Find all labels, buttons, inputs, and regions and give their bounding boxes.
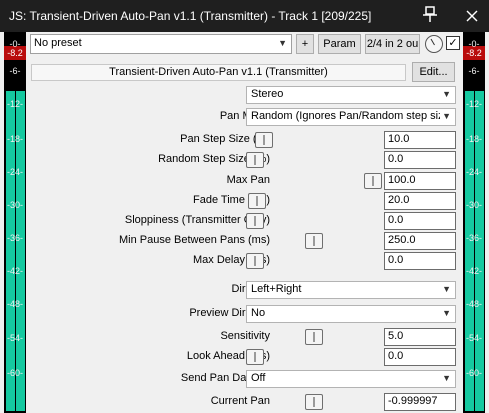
param-slider[interactable] (246, 232, 382, 250)
meter-tick-label: -60- (465, 368, 482, 378)
input-level-meter: -8.2 -0- -6- -12- -18- -24- -30- -36- -42- -48- -… (4, 32, 26, 413)
meter-tick-label: -48- (6, 299, 23, 309)
slider-thumb[interactable] (305, 329, 323, 345)
param-slider[interactable] (246, 192, 382, 210)
chevron-down-icon: ▼ (440, 373, 451, 383)
param-value-field[interactable]: 20.0 (384, 192, 456, 210)
param-row: Look Ahead (ms) 0.0 (30, 348, 460, 366)
param-dropdown-value: Stereo (251, 88, 284, 100)
param-value-field[interactable]: 250.0 (384, 232, 456, 250)
chevron-down-icon: ▼ (440, 284, 451, 294)
meter-tick-label: -6- (9, 66, 21, 76)
meter-tick-label: -36- (465, 233, 482, 243)
param-value-field[interactable]: -0.999997 (384, 393, 456, 411)
slider-thumb[interactable] (305, 233, 323, 249)
meter-tick-label: -30- (465, 200, 482, 210)
meter-tick-label: -0- (468, 39, 480, 49)
param-dropdown[interactable]: No ▼ (246, 305, 456, 323)
param-slider[interactable] (246, 252, 382, 270)
param-row: Pan Mode Random (Ignores Pan/Random step … (30, 108, 460, 126)
param-slider[interactable] (246, 172, 382, 190)
param-slider[interactable] (246, 212, 382, 230)
param-slider[interactable] (246, 328, 382, 346)
effect-name: Transient-Driven Auto-Pan v1.1 (Transmit… (31, 64, 406, 81)
preset-value: No preset (34, 37, 82, 49)
meter-tick-label: -24- (6, 167, 23, 177)
meter-tick-label: -42- (465, 266, 482, 276)
pin-icon[interactable] (418, 4, 442, 26)
param-value-field[interactable]: 5.0 (384, 328, 456, 346)
param-dropdown[interactable]: Left+Right ▼ (246, 281, 456, 299)
slider-thumb[interactable] (364, 173, 382, 189)
param-row: DirectorLeft+Right▼ (30, 281, 460, 299)
meter-tick-label: -36- (6, 233, 23, 243)
param-dropdown-value: No (251, 307, 266, 319)
window-title: JS: Transient-Driven Auto-Pan v1.1 (Tran… (9, 9, 372, 23)
param-value-field[interactable]: 100.0 (384, 172, 456, 190)
param-value-field[interactable]: 10.0 (384, 131, 456, 149)
meter-tick-label: -18- (6, 134, 23, 144)
param-row: Max Pan 100.0 (30, 172, 460, 190)
slider-thumb[interactable] (248, 193, 266, 209)
param-row: Sloppiness (Transmitter Only) 0.0 (30, 212, 460, 230)
param-dropdown[interactable]: Off ▼ (246, 370, 456, 388)
chevron-down-icon: ▼ (278, 38, 287, 48)
param-dropdown[interactable]: Stereo ▼ (246, 86, 456, 104)
slider-thumb[interactable] (246, 253, 264, 269)
wet-dry-knob[interactable] (425, 35, 443, 53)
param-row: Min Pause Between Pans (ms) 250.0 (30, 232, 460, 250)
param-row: Sensitivity 5.0 (30, 328, 460, 346)
param-row: Pan Step Size (%) 10.0 (30, 131, 460, 149)
title-bar: JS: Transient-Driven Auto-Pan v1.1 (Tran… (0, 0, 489, 32)
meter-tick-label: -12- (465, 99, 482, 109)
meter-tick-label: -48- (465, 299, 482, 309)
preset-toolbar: No preset ▼ + Param 2/4 in 2 ou ✓ (30, 34, 460, 54)
close-icon[interactable] (455, 1, 489, 31)
meter-tick-label: -60- (6, 368, 23, 378)
edit-button[interactable]: Edit... (412, 62, 455, 82)
param-button[interactable]: Param (318, 34, 361, 54)
param-value-field[interactable]: 0.0 (384, 212, 456, 230)
param-row: Send Pan Data To Off ▼ (30, 370, 460, 388)
preset-dropdown[interactable]: No preset ▼ (30, 34, 292, 54)
meter-tick-label: -18- (465, 134, 482, 144)
slider-thumb[interactable] (246, 349, 264, 365)
meter-tick-label: -6- (468, 66, 480, 76)
param-dropdown-value: Left+Right (251, 283, 302, 295)
chevron-down-icon: ▼ (440, 308, 451, 318)
output-level-meter: -8.2 -0- -6- -12- -18- -24- -30- -36- -42- -48- -… (463, 32, 485, 413)
slider-thumb[interactable] (305, 394, 323, 410)
param-slider[interactable] (246, 393, 382, 411)
param-dropdown-value: Off (251, 372, 266, 384)
chevron-down-icon: ▼ (440, 111, 451, 121)
meter-tick-label: -42- (6, 266, 23, 276)
add-preset-button[interactable]: + (296, 34, 314, 54)
param-row: Fade Time (ms) 20.0 (30, 192, 460, 210)
param-row: Max Delay (ms) 0.0 (30, 252, 460, 270)
param-slider[interactable] (246, 131, 382, 149)
param-dropdown-value: Random (Ignores Pan/Random step siz (251, 110, 444, 122)
io-routing-button[interactable]: 2/4 in 2 ou (365, 34, 420, 54)
param-value-field[interactable]: 0.0 (384, 348, 456, 366)
slider-thumb[interactable] (246, 213, 264, 229)
param-slider[interactable] (246, 151, 382, 169)
slider-thumb[interactable] (255, 132, 273, 148)
param-dropdown[interactable]: Random (Ignores Pan/Random step siz ▼ (246, 108, 456, 126)
param-row: Random Step Size (%) 0.0 (30, 151, 460, 169)
meter-tick-label: -54- (465, 333, 482, 343)
param-row: Preview Director No ▼ (30, 305, 460, 323)
meter-tick-label: -54- (6, 333, 23, 343)
bypass-checkbox[interactable]: ✓ (446, 36, 460, 50)
slider-thumb[interactable] (246, 152, 264, 168)
meter-tick-label: -24- (465, 167, 482, 177)
param-slider[interactable] (246, 348, 382, 366)
param-row: InputStereo▼ (30, 86, 460, 104)
param-value-field[interactable]: 0.0 (384, 151, 456, 169)
param-row: Current Pan -0.999997 (30, 393, 460, 411)
meter-tick-label: -30- (6, 200, 23, 210)
chevron-down-icon: ▼ (440, 89, 451, 99)
meter-tick-label: -12- (6, 99, 23, 109)
param-value-field[interactable]: 0.0 (384, 252, 456, 270)
meter-tick-label: -0- (9, 39, 21, 49)
